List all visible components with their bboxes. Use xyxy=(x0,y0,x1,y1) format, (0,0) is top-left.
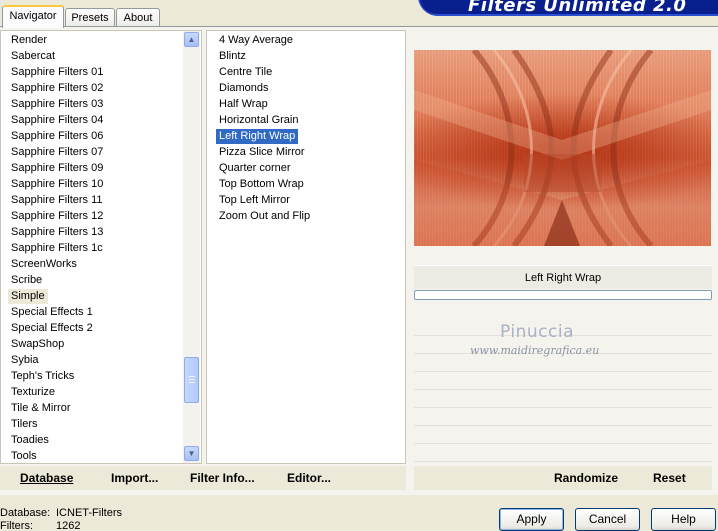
category-item[interactable]: Simple xyxy=(8,289,48,304)
category-item[interactable]: Special Effects 2 xyxy=(8,321,96,336)
scroll-up-icon[interactable]: ▲ xyxy=(184,32,199,47)
control-row xyxy=(414,392,712,408)
filter-item[interactable]: Quarter corner xyxy=(216,161,294,176)
tab-navigator[interactable]: Navigator xyxy=(2,5,64,28)
category-item[interactable]: Sapphire Filters 07 xyxy=(8,145,106,160)
filter-item[interactable]: Top Bottom Wrap xyxy=(216,177,307,192)
grip-line xyxy=(189,376,195,377)
category-item[interactable]: Sapphire Filters 1c xyxy=(8,241,106,256)
import-button[interactable]: Import... xyxy=(111,470,158,486)
editor-button[interactable]: Editor... xyxy=(287,470,331,486)
filter-item[interactable]: Blintz xyxy=(216,49,249,64)
tab-about[interactable]: About xyxy=(116,8,160,28)
filter-item[interactable]: Zoom Out and Flip xyxy=(216,209,313,224)
category-item[interactable]: Tilers xyxy=(8,417,40,432)
randomize-button[interactable]: Randomize xyxy=(554,470,618,486)
category-item[interactable]: Sapphire Filters 12 xyxy=(8,209,106,224)
database-value: ICNET-Filters xyxy=(56,507,122,519)
database-button[interactable]: Database xyxy=(20,470,73,486)
filter-info-button[interactable]: Filter Info... xyxy=(190,470,255,486)
category-scrollbar[interactable]: ▲ ▼ xyxy=(183,31,200,463)
category-item[interactable]: Sapphire Filters 04 xyxy=(8,113,106,128)
filters-count-value: 1262 xyxy=(56,520,81,531)
control-row xyxy=(414,374,712,390)
scroll-down-icon[interactable]: ▼ xyxy=(184,446,199,461)
category-item[interactable]: Sapphire Filters 06 xyxy=(8,129,106,144)
database-label: Database: xyxy=(0,507,51,519)
progress-bar xyxy=(414,290,712,300)
preview-image xyxy=(414,50,711,246)
category-item[interactable]: Scribe xyxy=(8,273,45,288)
category-item[interactable]: Sapphire Filters 10 xyxy=(8,177,106,192)
category-item[interactable]: Render xyxy=(8,33,50,48)
category-item[interactable]: Sapphire Filters 13 xyxy=(8,225,106,240)
filter-item[interactable]: Top Left Mirror xyxy=(216,193,293,208)
control-row xyxy=(414,446,712,462)
category-item[interactable]: Sapphire Filters 03 xyxy=(8,97,106,112)
category-item[interactable]: SwapShop xyxy=(8,337,67,352)
help-button[interactable]: Help xyxy=(651,508,716,531)
grip-line xyxy=(189,382,195,383)
category-item[interactable]: ScreenWorks xyxy=(8,257,80,272)
category-item[interactable]: Special Effects 1 xyxy=(8,305,96,320)
preview-artwork xyxy=(414,50,711,246)
grip-line xyxy=(189,379,195,380)
cancel-button[interactable]: Cancel xyxy=(575,508,640,531)
category-item[interactable]: Tools xyxy=(8,449,40,464)
category-item[interactable]: Texturize xyxy=(8,385,58,400)
category-item[interactable]: Tile & Mirror xyxy=(8,401,73,416)
control-row xyxy=(414,410,712,426)
scroll-thumb[interactable] xyxy=(184,357,199,403)
filter-item[interactable]: Centre Tile xyxy=(216,65,275,80)
apply-button[interactable]: Apply xyxy=(499,508,564,531)
filter-item[interactable]: Pizza Slice Mirror xyxy=(216,145,308,160)
tab-presets[interactable]: Presets xyxy=(65,8,115,28)
filter-item[interactable]: 4 Way Average xyxy=(216,33,296,48)
category-item[interactable]: Teph's Tricks xyxy=(8,369,77,384)
category-item[interactable]: Sapphire Filters 09 xyxy=(8,161,106,176)
filter-item[interactable]: Diamonds xyxy=(216,81,272,96)
filter-item[interactable]: Half Wrap xyxy=(216,97,271,112)
filter-item[interactable]: Left Right Wrap xyxy=(216,129,299,144)
watermark-logo: Pinuccia xyxy=(500,322,574,342)
watermark-url: www.maidiregrafica.eu xyxy=(470,344,600,357)
category-item[interactable]: Toadies xyxy=(8,433,52,448)
filters-count-label: Filters: xyxy=(0,520,33,531)
filter-name-display: Left Right Wrap xyxy=(414,265,712,289)
reset-button[interactable]: Reset xyxy=(653,470,686,486)
app-title: Filters Unlimited 2.0 xyxy=(468,0,687,16)
category-item[interactable]: Sapphire Filters 11 xyxy=(8,193,106,208)
category-item[interactable]: Sybia xyxy=(8,353,42,368)
control-row xyxy=(414,428,712,444)
filter-item[interactable]: Horizontal Grain xyxy=(216,113,301,128)
category-item[interactable]: Sapphire Filters 02 xyxy=(8,81,106,96)
control-row xyxy=(414,356,712,372)
category-item[interactable]: Sapphire Filters 01 xyxy=(8,65,106,80)
category-item[interactable]: Sabercat xyxy=(8,49,58,64)
